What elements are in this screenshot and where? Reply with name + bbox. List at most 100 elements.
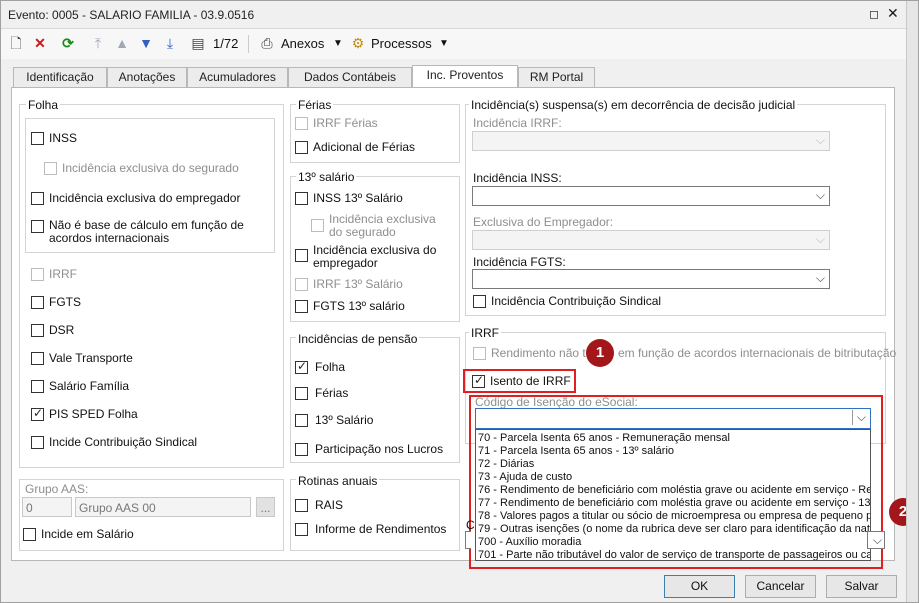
- chevron-down-icon: ⌵: [815, 271, 825, 285]
- tab-identificacao[interactable]: Identificação: [13, 67, 107, 87]
- dsr-checkbox[interactable]: [31, 324, 44, 337]
- incidencia-sindical-label: Incidência Contribuição Sindical: [491, 294, 662, 308]
- incidencia-segurado-13-checkbox[interactable]: [311, 219, 324, 232]
- grupo-aas-code-field[interactable]: 0: [22, 497, 72, 517]
- inss-13-label: INSS 13º Salário: [313, 191, 403, 205]
- tab-dados-contabeis[interactable]: Dados Contábeis: [288, 67, 412, 87]
- processes-menu[interactable]: Processos: [371, 36, 432, 51]
- attachments-menu[interactable]: Anexos: [281, 36, 324, 51]
- incidencia-inss-select[interactable]: ⌵: [472, 186, 830, 206]
- nao-base-label-line2: acordos internacionais: [49, 231, 170, 245]
- incidencia-fgts-label: Incidência FGTS:: [473, 255, 566, 269]
- incide-contribuicao-checkbox[interactable]: [31, 436, 44, 449]
- incidencia-segurado-label: Incidência exclusiva do segurado: [62, 161, 239, 175]
- incide-contribuicao-label: Incide Contribuição Sindical: [49, 435, 198, 449]
- incidencia-empregador-13-checkbox[interactable]: [295, 249, 308, 262]
- pensao-13-checkbox[interactable]: [295, 414, 308, 427]
- vale-transporte-checkbox[interactable]: [31, 352, 44, 365]
- incidencia-segurado-13-line2: do segurado: [329, 225, 396, 239]
- adicional-ferias-checkbox[interactable]: [295, 141, 308, 154]
- inss-label: INSS: [49, 131, 78, 145]
- rendimento-nao-tributavel-label-b: em função de acordos internacionais de b…: [618, 346, 897, 360]
- inss-checkbox[interactable]: [31, 132, 44, 145]
- incide-salario-checkbox[interactable]: [23, 528, 36, 541]
- salario-familia-checkbox[interactable]: [31, 380, 44, 393]
- save-button[interactable]: Salvar: [826, 575, 897, 598]
- pensao-ferias-label: Férias: [315, 386, 349, 400]
- pis-sped-checkbox[interactable]: [31, 406, 44, 421]
- pensao-participacao-label: Participação nos Lucros: [315, 442, 444, 456]
- adicional-ferias-label: Adicional de Férias: [313, 140, 416, 154]
- dropdown-highlight: [469, 395, 883, 569]
- record-list-icon[interactable]: ▤: [189, 34, 207, 52]
- rendimento-nao-tributavel-checkbox[interactable]: [473, 347, 486, 360]
- window-title: Evento: 0005 - SALARIO FAMILIA - 03.9.05…: [8, 8, 255, 22]
- decimo-heading: 13º salário: [296, 170, 357, 184]
- partial-select[interactable]: [465, 531, 471, 549]
- tab-acumuladores[interactable]: Acumuladores: [187, 67, 288, 87]
- event-window: Evento: 0005 - SALARIO FAMILIA - 03.9.05…: [0, 0, 919, 603]
- incidencia-irrf-select[interactable]: ⌵: [472, 131, 830, 151]
- previous-record-icon[interactable]: ▲: [113, 34, 131, 52]
- exclusiva-empregador-select[interactable]: ⌵: [472, 230, 830, 250]
- salario-familia-label: Salário Família: [49, 379, 130, 393]
- pensao-ferias-checkbox[interactable]: [295, 387, 308, 400]
- fgts-label: FGTS: [49, 295, 81, 309]
- pis-sped-label: PIS SPED Folha: [49, 407, 138, 421]
- irrf-13-checkbox[interactable]: [295, 278, 308, 291]
- incidencia-sindical-checkbox[interactable]: [473, 295, 486, 308]
- incidencia-fgts-select[interactable]: ⌵: [472, 269, 830, 289]
- vale-transporte-label: Vale Transporte: [49, 351, 133, 365]
- incidencia-empregador-label: Incidência exclusiva do empregador: [49, 191, 241, 205]
- gears-icon[interactable]: ⚙: [349, 34, 367, 52]
- processes-dropdown-icon[interactable]: ▼: [439, 38, 449, 49]
- partial-select-right[interactable]: ⌵: [867, 531, 885, 549]
- delete-icon[interactable]: ✕: [31, 34, 49, 52]
- tab-rm-portal[interactable]: RM Portal: [518, 67, 595, 87]
- rotinas-group: [290, 479, 460, 551]
- attachments-dropdown-icon[interactable]: ▼: [333, 38, 343, 49]
- title-bar: Evento: 0005 - SALARIO FAMILIA - 03.9.05…: [1, 1, 906, 29]
- last-record-icon[interactable]: ⤓: [161, 34, 179, 52]
- irrf-13-label: IRRF 13º Salário: [313, 277, 403, 291]
- irrf-label: IRRF: [49, 267, 77, 281]
- suspensa-heading: Incidência(s) suspensa(s) em decorrência…: [469, 98, 798, 112]
- incidencia-irrf-label: Incidência IRRF:: [473, 116, 562, 130]
- rotinas-heading: Rotinas anuais: [296, 474, 380, 488]
- new-icon[interactable]: 🗋: [7, 34, 25, 52]
- chevron-down-icon: ⌵: [872, 533, 882, 547]
- pensao-participacao-checkbox[interactable]: [295, 443, 308, 456]
- irrf-heading: IRRF: [469, 326, 501, 340]
- next-record-icon[interactable]: ▼: [137, 34, 155, 52]
- isento-irrf-highlight: [463, 369, 576, 393]
- irrf-ferias-label: IRRF Férias: [313, 116, 378, 130]
- informe-checkbox[interactable]: [295, 523, 308, 536]
- grupo-aas-label: Grupo AAS:: [23, 482, 91, 496]
- callout-badge-1: 1: [586, 339, 614, 367]
- refresh-icon[interactable]: ⟳: [59, 34, 77, 52]
- fgts-13-checkbox[interactable]: [295, 300, 308, 313]
- inss-13-checkbox[interactable]: [295, 192, 308, 205]
- incidencia-empregador-13-line2: empregador: [313, 256, 378, 270]
- irrf-ferias-checkbox[interactable]: [295, 117, 308, 130]
- tab-inc-proventos[interactable]: Inc. Proventos: [412, 65, 518, 88]
- fgts-checkbox[interactable]: [31, 296, 44, 309]
- first-record-icon[interactable]: ⤒: [89, 34, 107, 52]
- incidencia-inss-label: Incidência INSS:: [473, 171, 562, 185]
- irrf-checkbox[interactable]: [31, 268, 44, 281]
- ferias-group: [290, 104, 460, 163]
- grupo-aas-lookup-button[interactable]: ...: [256, 497, 275, 517]
- pensao-folha-checkbox[interactable]: [295, 359, 308, 374]
- nao-base-checkbox[interactable]: [31, 220, 44, 233]
- ok-button[interactable]: OK: [664, 575, 735, 598]
- tab-anotacoes[interactable]: Anotações: [107, 67, 187, 87]
- paperclip-icon[interactable]: ⎙: [258, 34, 276, 52]
- grupo-aas-name-field[interactable]: Grupo AAS 00: [75, 497, 251, 517]
- incidencia-empregador-checkbox[interactable]: [31, 192, 44, 205]
- rais-checkbox[interactable]: [295, 499, 308, 512]
- restore-icon[interactable]: ◻: [869, 7, 879, 21]
- close-icon[interactable]: ✕: [887, 5, 899, 22]
- incidencia-segurado-checkbox[interactable]: [44, 162, 57, 175]
- toolbar-separator: [248, 35, 249, 53]
- cancel-button[interactable]: Cancelar: [745, 575, 816, 598]
